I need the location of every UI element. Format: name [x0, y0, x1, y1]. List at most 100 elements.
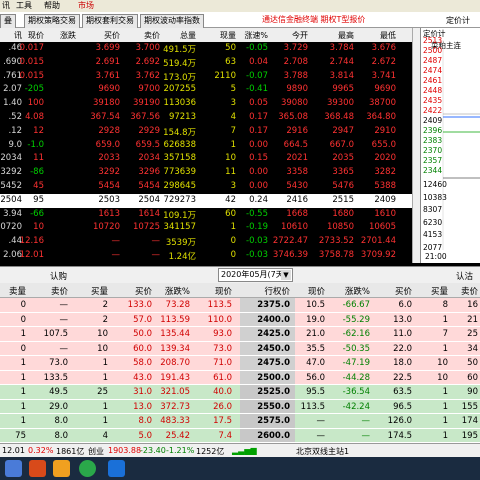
quote-row[interactable]: .52 4.08 367.54 367.56 97213 4 0.17 365.08 368.4… [0, 111, 412, 125]
quote-cell-change: 100 [27, 98, 44, 109]
menu-item-help[interactable]: 帮助 [44, 0, 60, 12]
strike-cell-call-ask: 8.0 [54, 430, 68, 441]
menu-item-tools[interactable]: 工具 [16, 0, 32, 12]
col-header[interactable]: 今开 [272, 30, 308, 41]
strike-cell-put-bid: 63.5 [393, 387, 412, 397]
status-index-2-name: 创业 [88, 447, 104, 456]
col-header[interactable]: 涨跌 [46, 30, 76, 41]
quote-cell-bid: 3.699 [95, 43, 120, 53]
expiry-month-value: 2020年05月(7天) [221, 270, 287, 279]
strike-cell-put-ask: 34 [467, 343, 478, 354]
folder-icon[interactable] [53, 460, 70, 477]
col-header[interactable]: 买价 [120, 285, 152, 297]
col-header[interactable]: 最高 [312, 30, 354, 41]
quote-cell-open: 1668 [286, 208, 308, 219]
strike-row[interactable]: 0 — 10 60.0 139.34 73.0 2450.0 35.5 -50.35 22.0 1 3… [0, 341, 480, 357]
strike-cell-put-bid-vol: 1 [442, 343, 448, 354]
quote-cell-speed: -0.07 [246, 70, 268, 81]
chevron-down-icon[interactable]: ▼ [281, 270, 291, 280]
strike-cell-call-bid: 57.0 [133, 314, 152, 325]
strike-cell-put-bid: 18.0 [393, 358, 412, 368]
strike-row[interactable]: 1 8.0 1 8.0 483.33 17.5 2575.0 — — 126.0 1 174 [0, 414, 480, 429]
tab-strategy-trading[interactable]: 期权策略交易 [24, 14, 80, 28]
quote-cell-change: 12.16 [19, 236, 44, 247]
col-header[interactable]: 涨跌% [332, 285, 370, 297]
expiry-month-select[interactable]: 2020年05月(7天) ▼ [218, 268, 293, 282]
quote-cell-speed: 0.00 [249, 167, 268, 178]
quote-row[interactable]: 5452 45 5454 5454 298645 3 0.00 5430 5476 5388 [0, 180, 412, 194]
col-header[interactable]: 卖价 [38, 285, 68, 297]
col-header[interactable]: 涨跌% [158, 285, 190, 297]
chart-y-tick-label: 2487 [423, 56, 443, 65]
quote-cell-low: 364.80 [366, 112, 396, 122]
quote-cell-volume: 3539万 [165, 238, 196, 249]
browser-icon[interactable] [29, 460, 46, 477]
trading-app-icon[interactable] [108, 460, 125, 477]
col-header[interactable]: 涨速% [236, 30, 268, 41]
quote-cell-volume: 154.8万 [163, 127, 196, 138]
put-label: 认沽 [456, 272, 474, 282]
col-header[interactable]: 总量 [162, 30, 196, 41]
col-header[interactable]: 现量 [200, 30, 236, 41]
start-icon[interactable] [5, 460, 22, 477]
quote-row[interactable]: 0720 10 10720 10725 341157 1 -0.19 10610 10850 10… [0, 221, 412, 235]
col-header[interactable]: 买量 [416, 285, 448, 297]
quote-row[interactable]: .44 12.16— —3539万 0 -0.03 2722.47 2733.52 2701.… [0, 235, 412, 249]
col-header[interactable]: 现价 [198, 285, 232, 297]
strike-row[interactable]: 1 107.5 10 50.0 135.44 93.0 2425.0 21.0 -62.16 11… [0, 327, 480, 342]
col-header[interactable]: 买量 [80, 285, 108, 297]
col-header[interactable]: 最低 [356, 30, 396, 41]
col-header[interactable]: 现价 [295, 285, 325, 297]
strike-cell-put-last: 95.5 [306, 387, 325, 397]
quote-row[interactable]: .761 0.015 3.761 3.762 173.0万 2110 -0.07 3.788 3… [0, 70, 412, 84]
quote-cell-speed: -0.41 [246, 84, 268, 95]
strike-cell-strike: 2600.0 [257, 430, 290, 441]
wechat-icon[interactable] [79, 460, 96, 477]
quote-row[interactable]: 2504 95 2503 2504 729273 42 0.24 2416 2515 2409 [0, 193, 412, 208]
quote-cell-high: 2.744 [329, 56, 354, 67]
col-header[interactable]: 卖量 [0, 285, 26, 297]
strike-row[interactable]: 1 133.5 1 43.0 191.43 61.0 2500.0 56.0 -44.28 22.… [0, 370, 480, 386]
quote-row[interactable]: 9.0 -1.0 659.0 659.5 626838 1 0.00 664.5 667.0 65… [0, 139, 412, 153]
quote-cell-low: 5388 [374, 181, 396, 191]
quote-row[interactable]: .690 0.015 2.691 2.692 519.4万 63 0.04 2.708 2.74… [0, 56, 412, 70]
col-header[interactable]: 行权价 [242, 285, 290, 297]
strike-cell-call-ask: 29.0 [49, 401, 68, 412]
quote-row[interactable]: 3.94 -66 1613 1614 109.1万 60 -0.55 1668 1680 1610 [0, 208, 412, 222]
quote-cell-high: 9965 [332, 84, 354, 95]
col-header[interactable]: 现价 [18, 30, 44, 41]
menu-item-market[interactable]: 市场 [78, 0, 94, 12]
quote-row[interactable]: 1.40 100 39180 39190 113036 3 0.05 39080 39300 38… [0, 97, 412, 111]
quote-row[interactable]: .46 0.017 3.699 3.700 491.5万 50 -0.05 3.729 3.78… [0, 42, 412, 56]
vertical-scrollbar[interactable] [412, 28, 420, 263]
strike-row[interactable]: 1 49.5 25 31.0 321.05 40.0 2525.0 95.5 -36.54 63.… [0, 385, 480, 400]
quote-row[interactable]: 2.06 12.01— —1.24亿 0 -0.03 3746.39 3758.78 3709… [0, 249, 412, 263]
quote-cell-high: 2035 [332, 153, 354, 164]
strike-row[interactable]: 75 8.0 4 5.0 25.42 7.4 2600.0 — — 174.5 1 195 [0, 428, 480, 444]
quote-row[interactable]: 2.07 -205 9690 9700 207255 5 -0.41 9890 9965 9690 [0, 83, 412, 97]
strike-row[interactable]: 0 — 2 57.0 113.59 110.0 2400.0 19.0 -55.29 13.0 1 2… [0, 312, 480, 328]
quote-cell-volume: 729273 [163, 194, 196, 205]
tab-overlay[interactable]: 叠 [0, 14, 16, 28]
strike-row[interactable]: 1 29.0 1 13.0 372.73 26.0 2550.0 113.5 -42.24 96.… [0, 399, 480, 415]
strike-row[interactable]: 0 — 2 133.0 73.28 113.5 2375.0 10.5 -66.67 6.0 8 16 [0, 298, 480, 313]
col-header[interactable]: 买价 [80, 30, 120, 41]
quote-row[interactable]: .12 12 2928 2929 154.8万 7 0.17 2916 2947 2910 [0, 125, 412, 139]
quote-cell-low: 3.676 [371, 43, 396, 53]
quote-cell-low: 2701.44 [360, 236, 396, 247]
strike-row[interactable]: 1 73.0 1 58.0 208.70 71.0 2475.0 47.0 -47.19 18.0… [0, 356, 480, 371]
col-header[interactable]: 买价 [378, 285, 412, 297]
promo-banner[interactable]: 通达信金融终端 期权T型报价 [262, 14, 365, 25]
quote-cell-volume: 298645 [163, 181, 196, 191]
quote-cell-change: 0.017 [19, 43, 44, 53]
quote-row[interactable]: 2034 11 2033 2034 357158 10 0.15 2021 2035 2020 [0, 152, 412, 166]
t-quote-toolbar: 认购 2020年05月(7天) ▼ 认沽 [0, 266, 480, 283]
tab-volatility-index[interactable]: 期权波动率指数 [140, 14, 204, 28]
col-header[interactable]: 卖价 [122, 30, 160, 41]
quote-row[interactable]: 3292 -86 3292 3296 773639 11 0.00 3358 3365 3282 [0, 166, 412, 180]
menu-item-partial[interactable]: 讯 [2, 0, 10, 12]
col-header[interactable]: 卖价 [452, 285, 478, 297]
tab-arbitrage-trading[interactable]: 期权套利交易 [82, 14, 138, 28]
quote-cell-bid: 659.0 [95, 139, 120, 150]
order-button[interactable]: 定价计 [446, 15, 470, 26]
